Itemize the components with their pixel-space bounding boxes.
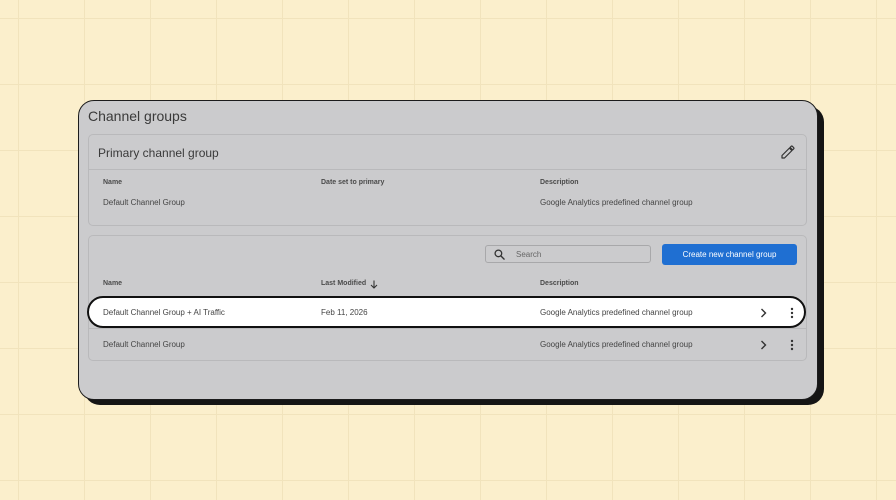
table-row[interactable]: Default Channel Group Google Analytics p… bbox=[89, 330, 806, 360]
chevron-right-icon[interactable] bbox=[760, 308, 767, 318]
primary-header-date: Date set to primary bbox=[321, 179, 385, 186]
list-header-description[interactable]: Description bbox=[540, 280, 579, 287]
primary-panel-header: Primary channel group bbox=[89, 135, 806, 170]
more-vert-icon[interactable] bbox=[790, 339, 794, 351]
edit-pencil-icon[interactable] bbox=[780, 144, 796, 160]
more-vert-icon[interactable] bbox=[790, 307, 794, 319]
search-placeholder: Search bbox=[516, 250, 542, 259]
primary-row-description: Google Analytics predefined channel grou… bbox=[540, 198, 693, 207]
row-name: Default Channel Group bbox=[103, 340, 185, 349]
list-header-last-modified[interactable]: Last Modified bbox=[321, 280, 366, 287]
search-icon bbox=[494, 249, 505, 260]
search-input[interactable]: Search bbox=[485, 245, 651, 263]
sort-down-arrow-icon[interactable] bbox=[370, 280, 378, 289]
table-row-highlighted[interactable]: Default Channel Group + AI Traffic Feb 1… bbox=[87, 296, 806, 328]
row-description: Google Analytics predefined channel grou… bbox=[540, 308, 693, 317]
primary-header-name: Name bbox=[103, 179, 123, 186]
row-divider bbox=[89, 328, 806, 329]
primary-row-name: Default Channel Group bbox=[103, 198, 185, 207]
row-name: Default Channel Group + AI Traffic bbox=[103, 308, 225, 317]
row-last-modified: Feb 11, 2026 bbox=[321, 308, 368, 317]
page-title: Channel groups bbox=[88, 108, 187, 124]
row-description: Google Analytics predefined channel grou… bbox=[540, 340, 693, 349]
primary-panel-title: Primary channel group bbox=[98, 146, 219, 160]
primary-channel-group-panel: Primary channel group Name Date set to p… bbox=[88, 134, 807, 226]
create-channel-group-button[interactable]: Create new channel group bbox=[662, 244, 797, 265]
primary-header-description: Description bbox=[540, 179, 579, 186]
channel-groups-card: Channel groups Primary channel group Nam… bbox=[78, 100, 818, 400]
list-header-name[interactable]: Name bbox=[103, 280, 122, 287]
chevron-right-icon[interactable] bbox=[760, 340, 767, 350]
